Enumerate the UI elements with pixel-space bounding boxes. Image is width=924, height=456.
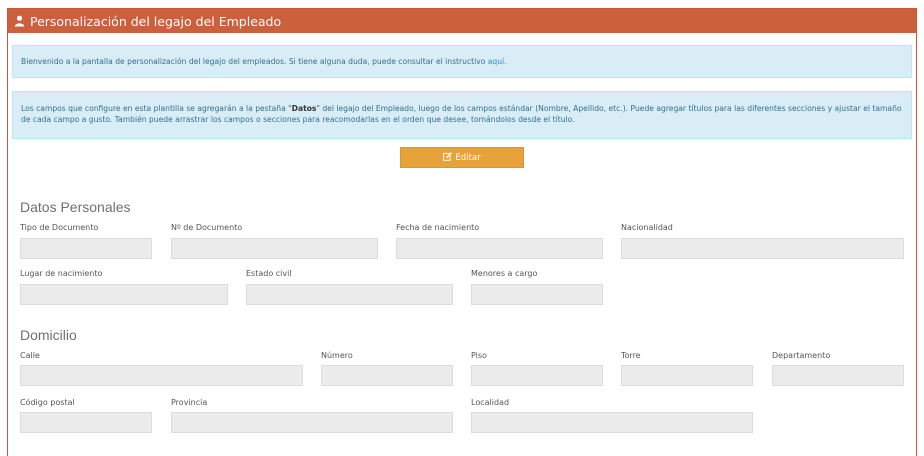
panel-header: Personalización del legajo del Empleado xyxy=(8,9,916,33)
calle-field[interactable] xyxy=(20,365,303,386)
codigo-postal-field[interactable] xyxy=(20,412,152,433)
info-welcome-alert: Bienvenido a la pantalla de personalizac… xyxy=(12,45,912,78)
template-panel: Personalización del legajo del Empleado … xyxy=(7,8,917,456)
label-lugar-nacimiento: Lugar de nacimiento xyxy=(20,269,103,278)
user-icon xyxy=(14,15,25,27)
label-tipo-documento: Tipo de Documento xyxy=(20,223,99,232)
fecha-nacimiento-field[interactable] xyxy=(396,238,603,259)
departamento-field[interactable] xyxy=(772,365,904,386)
piso-field[interactable] xyxy=(471,365,603,386)
info-instructions-before: Los campos que configure en esta plantil… xyxy=(21,104,292,113)
info-instructions-alert: Los campos que configure en esta plantil… xyxy=(12,91,912,139)
section-title-datos-personales: Datos Personales xyxy=(20,199,131,215)
section-title-domicilio: Domicilio xyxy=(20,327,77,343)
torre-field[interactable] xyxy=(621,365,753,386)
numero-field[interactable] xyxy=(321,365,453,386)
label-localidad: Localidad xyxy=(471,398,510,407)
instructivo-link[interactable]: aquí. xyxy=(488,57,507,66)
label-estado-civil: Estado civil xyxy=(246,269,292,278)
label-nacionalidad: Nacionalidad xyxy=(621,223,673,232)
panel-title: Personalización del legajo del Empleado xyxy=(30,13,282,29)
label-codigo-postal: Código postal xyxy=(20,398,75,407)
info-instructions-bold: Datos xyxy=(291,104,317,113)
label-nro-documento: Nº de Documento xyxy=(171,223,243,232)
edit-button[interactable]: Editar xyxy=(400,147,524,168)
provincia-field[interactable] xyxy=(171,412,453,433)
label-menores-cargo: Menores a cargo xyxy=(471,269,538,278)
label-torre: Torre xyxy=(621,351,641,360)
label-calle: Calle xyxy=(20,351,40,360)
lugar-nacimiento-field[interactable] xyxy=(20,284,228,305)
label-fecha-nacimiento: Fecha de nacimiento xyxy=(396,223,480,232)
edit-button-label: Editar xyxy=(455,152,481,163)
estado-civil-field[interactable] xyxy=(246,284,453,305)
localidad-field[interactable] xyxy=(471,412,753,433)
label-provincia: Provincia xyxy=(171,398,208,407)
nro-documento-field[interactable] xyxy=(171,238,378,259)
info-welcome-text: Bienvenido a la pantalla de personalizac… xyxy=(21,57,488,66)
label-numero: Número xyxy=(321,351,353,360)
nacionalidad-field[interactable] xyxy=(621,238,904,259)
menores-cargo-field[interactable] xyxy=(471,284,603,305)
edit-icon xyxy=(443,151,453,164)
label-piso: Piso xyxy=(471,351,487,360)
label-departamento: Departamento xyxy=(772,351,831,360)
tipo-documento-field[interactable] xyxy=(20,238,152,259)
